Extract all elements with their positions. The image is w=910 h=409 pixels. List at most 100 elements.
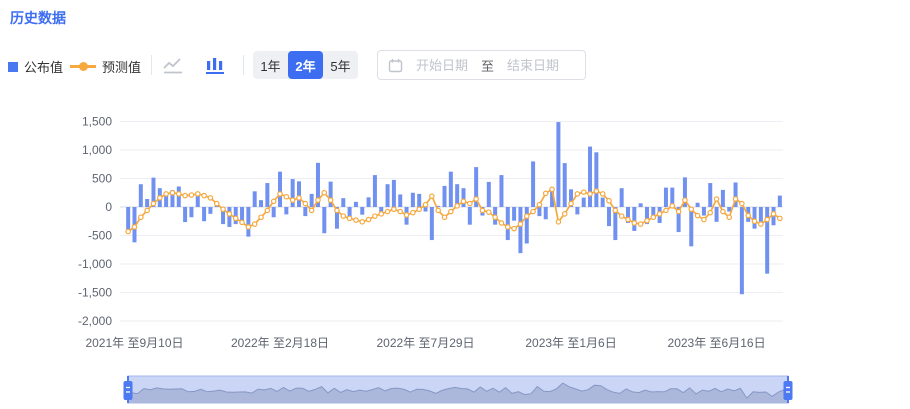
published-bar[interactable] bbox=[702, 207, 706, 216]
forecast-marker bbox=[398, 209, 402, 213]
published-bar[interactable] bbox=[227, 207, 231, 227]
published-bar[interactable] bbox=[360, 207, 364, 215]
legend-item-forecast[interactable]: 预测值 bbox=[70, 57, 141, 76]
published-bar[interactable] bbox=[278, 172, 282, 207]
published-bar[interactable] bbox=[525, 207, 529, 243]
published-bar[interactable] bbox=[341, 198, 345, 207]
forecast-marker bbox=[721, 209, 725, 213]
published-bar[interactable] bbox=[607, 207, 611, 226]
date-range-picker[interactable]: 至 bbox=[377, 50, 586, 80]
published-bar[interactable] bbox=[512, 207, 516, 221]
bar-chart-icon[interactable] bbox=[202, 54, 228, 78]
published-bar[interactable] bbox=[594, 152, 598, 207]
published-bar[interactable] bbox=[544, 207, 548, 219]
published-bar[interactable] bbox=[208, 207, 212, 214]
date-range-separator: 至 bbox=[481, 56, 494, 75]
start-date-input[interactable] bbox=[411, 58, 473, 73]
published-bar[interactable] bbox=[259, 200, 263, 207]
published-bar[interactable] bbox=[461, 188, 465, 207]
forecast-marker bbox=[563, 212, 567, 216]
published-bar[interactable] bbox=[721, 190, 725, 207]
forecast-marker bbox=[139, 215, 143, 219]
published-bar[interactable] bbox=[183, 207, 187, 222]
published-bar[interactable] bbox=[145, 199, 149, 207]
published-bar[interactable] bbox=[139, 184, 143, 207]
published-bar[interactable] bbox=[582, 198, 586, 207]
published-bar[interactable] bbox=[708, 183, 712, 207]
published-bar[interactable] bbox=[310, 194, 314, 207]
published-bar[interactable] bbox=[430, 207, 434, 240]
published-bar[interactable] bbox=[373, 175, 377, 207]
published-bar[interactable] bbox=[715, 207, 719, 222]
published-bar[interactable] bbox=[588, 147, 592, 207]
forecast-marker bbox=[525, 214, 529, 218]
published-bar[interactable] bbox=[265, 183, 269, 207]
published-bar[interactable] bbox=[177, 186, 181, 207]
legend-item-published[interactable]: 公布值 bbox=[8, 57, 63, 76]
published-bar[interactable] bbox=[753, 207, 757, 229]
published-bar[interactable] bbox=[639, 203, 643, 207]
published-bar[interactable] bbox=[506, 207, 510, 240]
published-bar[interactable] bbox=[518, 207, 522, 253]
published-bar[interactable] bbox=[411, 193, 415, 207]
published-bar[interactable] bbox=[189, 207, 193, 217]
published-bar[interactable] bbox=[601, 198, 605, 207]
published-bar[interactable] bbox=[740, 207, 744, 294]
published-bar[interactable] bbox=[449, 172, 453, 207]
forecast-marker bbox=[651, 215, 655, 219]
forecast-marker bbox=[480, 208, 484, 212]
published-bar[interactable] bbox=[556, 122, 560, 207]
published-bar[interactable] bbox=[126, 207, 130, 232]
brush-handle-right[interactable] bbox=[784, 381, 793, 400]
forecast-marker bbox=[379, 212, 383, 216]
published-bar[interactable] bbox=[778, 196, 782, 207]
forecast-marker bbox=[442, 215, 446, 219]
published-bar[interactable] bbox=[696, 203, 700, 207]
published-bar[interactable] bbox=[575, 207, 579, 214]
forecast-marker bbox=[202, 193, 206, 197]
published-bar[interactable] bbox=[354, 202, 358, 207]
published-bar[interactable] bbox=[417, 194, 421, 207]
published-bar[interactable] bbox=[537, 207, 541, 216]
published-bar[interactable] bbox=[367, 197, 371, 207]
published-bar[interactable] bbox=[398, 194, 402, 207]
forecast-marker bbox=[575, 192, 579, 196]
published-bar[interactable] bbox=[487, 182, 491, 207]
forecast-marker bbox=[240, 220, 244, 224]
forecast-marker bbox=[164, 192, 168, 196]
end-date-input[interactable] bbox=[502, 58, 564, 73]
published-bar[interactable] bbox=[664, 188, 668, 207]
line-chart-icon[interactable] bbox=[160, 54, 186, 78]
published-bar[interactable] bbox=[234, 207, 238, 224]
range-button-2y[interactable]: 2年 bbox=[288, 51, 323, 79]
published-bar[interactable] bbox=[563, 163, 567, 207]
published-bar[interactable] bbox=[297, 181, 301, 207]
published-bar[interactable] bbox=[468, 207, 472, 225]
history-bar-chart[interactable]: 1,5001,0005000-500-1,000-1,500-2,0002021… bbox=[0, 100, 910, 365]
published-bar[interactable] bbox=[386, 184, 390, 207]
published-bar[interactable] bbox=[443, 186, 447, 207]
published-bar[interactable] bbox=[620, 188, 624, 207]
published-bar[interactable] bbox=[689, 207, 693, 246]
forecast-marker bbox=[727, 215, 731, 219]
published-bar[interactable] bbox=[322, 207, 326, 233]
published-bar[interactable] bbox=[632, 207, 636, 231]
published-bar[interactable] bbox=[202, 207, 206, 221]
legend-label-published: 公布值 bbox=[24, 57, 63, 76]
published-bar[interactable] bbox=[272, 207, 276, 217]
published-bar[interactable] bbox=[424, 207, 428, 212]
datazoom-brush[interactable] bbox=[0, 372, 910, 409]
brush-handle-left[interactable] bbox=[124, 381, 133, 400]
forecast-marker bbox=[664, 208, 668, 212]
published-bar[interactable] bbox=[284, 207, 288, 214]
published-bar[interactable] bbox=[392, 180, 396, 207]
published-bar[interactable] bbox=[499, 175, 503, 207]
range-button-5y[interactable]: 5年 bbox=[323, 51, 358, 79]
published-bar[interactable] bbox=[246, 207, 250, 237]
y-axis-tick-label: -1,500 bbox=[78, 286, 112, 300]
published-bar[interactable] bbox=[303, 207, 307, 216]
forecast-marker bbox=[303, 201, 307, 205]
published-bar[interactable] bbox=[253, 191, 257, 207]
published-bar[interactable] bbox=[531, 161, 535, 207]
range-button-1y[interactable]: 1年 bbox=[253, 51, 288, 79]
